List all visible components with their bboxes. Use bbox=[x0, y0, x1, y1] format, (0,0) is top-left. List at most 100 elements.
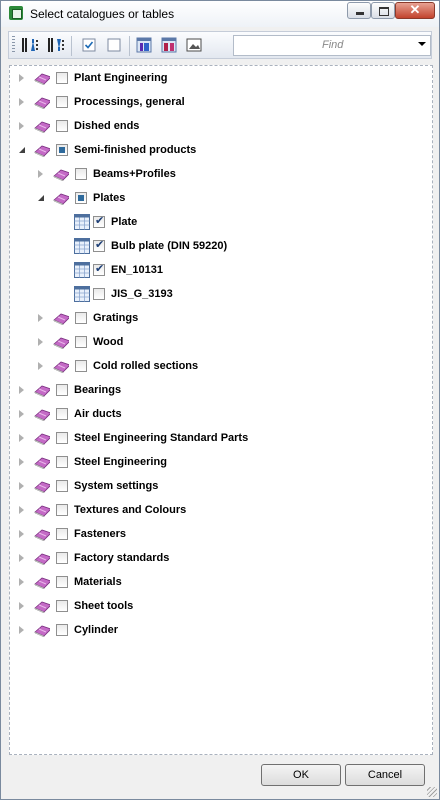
toolbar-separator bbox=[129, 36, 130, 56]
tree-item[interactable]: Processings, general bbox=[10, 93, 430, 111]
tree-item[interactable]: Wood bbox=[10, 333, 430, 351]
tree-item-checkbox[interactable] bbox=[56, 408, 68, 420]
catalogue-book-icon bbox=[34, 97, 50, 109]
ok-button[interactable]: OK bbox=[261, 764, 341, 786]
table-id-button[interactable] bbox=[136, 37, 154, 53]
tree-item[interactable]: Materials bbox=[10, 573, 430, 591]
tree-item-label: Dished ends bbox=[74, 120, 140, 132]
collapsed-arrow-icon[interactable] bbox=[19, 98, 24, 106]
catalogue-book-icon bbox=[34, 601, 50, 613]
collapsed-arrow-icon[interactable] bbox=[19, 458, 24, 466]
collapsed-arrow-icon[interactable] bbox=[19, 74, 24, 82]
close-button[interactable]: ✕ bbox=[395, 2, 435, 19]
minimize-button[interactable] bbox=[347, 2, 371, 19]
tree-item-checkbox[interactable] bbox=[56, 72, 68, 84]
dropdown-arrow-icon[interactable] bbox=[418, 42, 426, 46]
maximize-icon bbox=[379, 7, 389, 16]
uncheck-all-button[interactable] bbox=[106, 37, 124, 53]
maximize-button[interactable] bbox=[371, 2, 395, 19]
sort-descending-button[interactable] bbox=[47, 37, 65, 53]
tree-item[interactable]: Air ducts bbox=[10, 405, 430, 423]
tree-item-checkbox[interactable] bbox=[75, 192, 87, 204]
toolbar-separator bbox=[71, 36, 72, 56]
tree-item-checkbox[interactable] bbox=[93, 288, 105, 300]
collapsed-arrow-icon[interactable] bbox=[38, 338, 43, 346]
collapsed-arrow-icon[interactable] bbox=[38, 314, 43, 322]
tree-item-checkbox[interactable] bbox=[93, 238, 105, 252]
catalogue-book-icon bbox=[34, 457, 50, 469]
collapsed-arrow-icon[interactable] bbox=[19, 554, 24, 562]
tree-item[interactable]: JIS_G_3193 bbox=[10, 285, 430, 303]
tree-item-checkbox[interactable] bbox=[56, 120, 68, 132]
tree-item-checkbox[interactable] bbox=[93, 262, 105, 276]
tree-item-checkbox[interactable] bbox=[56, 144, 68, 156]
tree-item[interactable]: Bulb plate (DIN 59220) bbox=[10, 237, 430, 255]
tree-item-label: Wood bbox=[93, 336, 124, 348]
collapsed-arrow-icon[interactable] bbox=[19, 506, 24, 514]
tree-item[interactable]: Steel Engineering bbox=[10, 453, 430, 471]
expanded-arrow-icon[interactable] bbox=[19, 147, 25, 153]
tree-item[interactable]: EN_10131 bbox=[10, 261, 430, 279]
tree-item[interactable]: Factory standards bbox=[10, 549, 430, 567]
tree-item-checkbox[interactable] bbox=[56, 624, 68, 636]
tree-item-checkbox[interactable] bbox=[75, 336, 87, 348]
tree-item[interactable]: Textures and Colours bbox=[10, 501, 430, 519]
tree-item[interactable]: Plate bbox=[10, 213, 430, 231]
tree-item[interactable]: Beams+Profiles bbox=[10, 165, 430, 183]
tree-item-checkbox[interactable] bbox=[75, 312, 87, 324]
tree-item[interactable]: Bearings bbox=[10, 381, 430, 399]
tree-item-checkbox[interactable] bbox=[56, 432, 68, 444]
tree-item[interactable]: Steel Engineering Standard Parts bbox=[10, 429, 430, 447]
cancel-button[interactable]: Cancel bbox=[345, 764, 425, 786]
tree-item[interactable]: Cold rolled sections bbox=[10, 357, 430, 375]
tree-item-label: Cold rolled sections bbox=[93, 360, 199, 372]
tree-item-label: Steel Engineering bbox=[74, 456, 167, 468]
tree-item-checkbox[interactable] bbox=[93, 214, 105, 228]
tree-item-checkbox[interactable] bbox=[56, 384, 68, 396]
tree-item-checkbox[interactable] bbox=[56, 528, 68, 540]
collapsed-arrow-icon[interactable] bbox=[19, 626, 24, 634]
sort-ascending-button[interactable] bbox=[21, 37, 39, 53]
tree-item-checkbox[interactable] bbox=[75, 168, 87, 180]
check-all-button[interactable] bbox=[81, 37, 99, 53]
tree-item-checkbox[interactable] bbox=[56, 576, 68, 588]
tree-item[interactable]: Semi-finished products bbox=[10, 141, 430, 159]
tree-item-checkbox[interactable] bbox=[56, 456, 68, 468]
tree-item-label: Cylinder bbox=[74, 624, 119, 636]
dialog-window: Select catalogues or tables ✕ Find Plant… bbox=[0, 0, 440, 800]
toolbar-grip-icon[interactable] bbox=[12, 36, 15, 54]
tree-item[interactable]: Fasteners bbox=[10, 525, 430, 543]
tree-item-checkbox[interactable] bbox=[56, 96, 68, 108]
collapsed-arrow-icon[interactable] bbox=[38, 362, 43, 370]
tree-item-checkbox[interactable] bbox=[56, 552, 68, 564]
tree-item-label: JIS_G_3193 bbox=[111, 288, 173, 300]
tree-item-checkbox[interactable] bbox=[75, 360, 87, 372]
collapsed-arrow-icon[interactable] bbox=[19, 602, 24, 610]
catalogue-tree[interactable]: Plant Engineering Processings, general Dis… bbox=[9, 65, 433, 755]
collapsed-arrow-icon[interactable] bbox=[19, 482, 24, 490]
tree-item-checkbox[interactable] bbox=[56, 504, 68, 516]
tree-item[interactable]: Gratings bbox=[10, 309, 430, 327]
collapsed-arrow-icon[interactable] bbox=[19, 410, 24, 418]
collapsed-arrow-icon[interactable] bbox=[38, 170, 43, 178]
tree-item-checkbox[interactable] bbox=[56, 600, 68, 612]
tree-item[interactable]: Plant Engineering bbox=[10, 69, 430, 87]
collapsed-arrow-icon[interactable] bbox=[19, 434, 24, 442]
table-ab-button[interactable] bbox=[161, 37, 179, 53]
image-button[interactable] bbox=[186, 37, 204, 53]
tree-item[interactable]: Plates bbox=[10, 189, 430, 207]
resize-grip-icon[interactable] bbox=[427, 787, 437, 797]
catalogue-book-icon bbox=[53, 193, 69, 205]
tree-item[interactable]: Sheet tools bbox=[10, 597, 430, 615]
expanded-arrow-icon[interactable] bbox=[38, 195, 44, 201]
tree-item[interactable]: Dished ends bbox=[10, 117, 430, 135]
collapsed-arrow-icon[interactable] bbox=[19, 386, 24, 394]
tree-item-checkbox[interactable] bbox=[56, 480, 68, 492]
tree-item[interactable]: Cylinder bbox=[10, 621, 430, 639]
title-bar[interactable]: Select catalogues or tables ✕ bbox=[1, 1, 439, 27]
collapsed-arrow-icon[interactable] bbox=[19, 122, 24, 130]
tree-item[interactable]: System settings bbox=[10, 477, 430, 495]
collapsed-arrow-icon[interactable] bbox=[19, 578, 24, 586]
collapsed-arrow-icon[interactable] bbox=[19, 530, 24, 538]
find-combobox[interactable]: Find bbox=[233, 35, 431, 56]
